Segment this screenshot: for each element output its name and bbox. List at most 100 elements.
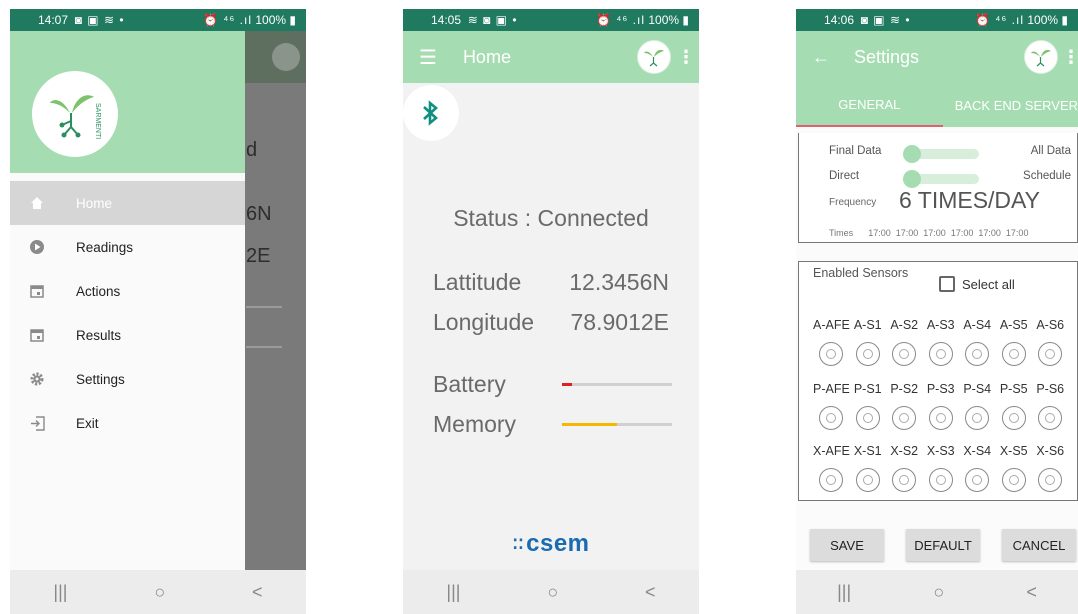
overflow-menu-icon[interactable]: ⋮	[677, 47, 695, 68]
memory-bar	[562, 423, 672, 426]
sensor-radio[interactable]	[855, 468, 880, 492]
sensor-label: X-S4	[963, 444, 992, 458]
play-circle-icon	[28, 238, 46, 256]
sensor-label: P-S5	[999, 382, 1028, 396]
settings-content: Final Data All Data Direct Schedule Freq…	[796, 127, 1078, 570]
default-button[interactable]: DEFAULT	[906, 529, 980, 561]
sensor-radio[interactable]	[1001, 468, 1026, 492]
sensor-radio[interactable]	[819, 342, 844, 366]
time-slot[interactable]: 17:00	[868, 228, 891, 238]
sensor-radio[interactable]	[855, 342, 880, 366]
memory-label: Memory	[433, 411, 517, 437]
times-label: Times	[829, 228, 854, 238]
sensor-radio[interactable]	[1001, 342, 1026, 366]
status-left-icons: ◙ ▣ ≋ •	[74, 13, 125, 27]
battery-icon: ▮	[289, 13, 296, 27]
sensor-label: A-S6	[1036, 318, 1065, 332]
sensor-radio[interactable]	[892, 406, 917, 430]
back-button[interactable]: <	[252, 582, 263, 603]
time-slot[interactable]: 17:00	[978, 228, 1001, 238]
sensor-radio-row-a	[813, 342, 1077, 366]
general-options-panel: Final Data All Data Direct Schedule Freq…	[798, 133, 1078, 243]
home-nav-button[interactable]: ○	[154, 582, 165, 603]
sensor-radio-row-p	[813, 406, 1077, 430]
sensor-radio[interactable]	[1038, 468, 1063, 492]
sensor-radio[interactable]	[928, 468, 953, 492]
phone-drawer-screen: 14:07 ◙ ▣ ≋ • ⏰ ⁴⁶ .ıl 100% ▮ d 6N 2E SA…	[10, 9, 306, 614]
sensor-radio[interactable]	[1038, 406, 1063, 430]
sensor-label: P-S4	[963, 382, 992, 396]
settings-tabs: GENERAL BACK END SERVER	[796, 83, 1078, 127]
sensor-radio[interactable]	[965, 342, 990, 366]
time-slot[interactable]: 17:00	[1006, 228, 1029, 238]
time-slot[interactable]: 17:00	[923, 228, 946, 238]
sensor-radio[interactable]	[855, 406, 880, 430]
bluetooth-button[interactable]	[403, 85, 459, 141]
status-time: 14:06	[824, 13, 855, 27]
sensor-radio[interactable]	[928, 406, 953, 430]
latitude-value: 12.3456N	[569, 269, 669, 295]
hamburger-menu-icon[interactable]: ☰	[419, 45, 437, 70]
sensor-row-x: X-AFE X-S1 X-S2 X-S3 X-S4 X-S5 X-S6	[813, 444, 1077, 458]
menu-item-home[interactable]: Home	[10, 181, 245, 225]
time-slot[interactable]: 17:00	[896, 228, 919, 238]
sensor-radio[interactable]	[965, 406, 990, 430]
sensor-label: X-AFE	[813, 444, 850, 458]
home-content: Status : Connected Lattitude 12.3456N Lo…	[403, 83, 699, 570]
sensor-radio[interactable]	[965, 468, 990, 492]
recents-button[interactable]: |||	[53, 582, 67, 603]
save-button[interactable]: SAVE	[810, 529, 884, 561]
cancel-button[interactable]: CANCEL	[1002, 529, 1076, 561]
tab-back-end-server[interactable]: BACK END SERVER	[943, 83, 1078, 127]
sensor-radio[interactable]	[892, 342, 917, 366]
sensor-radio[interactable]	[819, 468, 844, 492]
sensor-label: P-S1	[853, 382, 882, 396]
frequency-label: Frequency	[829, 197, 877, 208]
sensor-radio-row-x	[813, 468, 1077, 492]
menu-item-results[interactable]: Results	[10, 313, 245, 357]
home-nav-button[interactable]: ○	[547, 582, 558, 603]
back-button[interactable]: <	[645, 582, 656, 603]
recents-button[interactable]: |||	[446, 582, 460, 603]
longitude-label: Longitude	[433, 309, 535, 335]
final-all-data-switch[interactable]	[903, 145, 979, 163]
sensor-radio[interactable]	[928, 342, 953, 366]
sarmenti-logo-icon	[637, 40, 671, 74]
calendar-icon	[28, 326, 46, 344]
settings-actions: SAVE DEFAULT CANCEL	[810, 529, 1078, 561]
dimmed-logo-icon	[272, 43, 300, 71]
select-all-checkbox[interactable]: Select all	[939, 276, 1015, 292]
longitude-value: 78.9012E	[570, 309, 669, 335]
time-slot[interactable]: 17:00	[951, 228, 974, 238]
back-arrow-icon[interactable]: ←	[812, 47, 830, 68]
frequency-value[interactable]: 6 TIMES/DAY	[899, 187, 1040, 214]
system-nav-bar: ||| ○ <	[403, 570, 699, 614]
page-title: Home	[462, 46, 511, 67]
status-bar: 14:07 ◙ ▣ ≋ • ⏰ ⁴⁶ .ıl 100% ▮	[10, 9, 306, 31]
drawer-header: SARMENTI	[10, 31, 245, 173]
menu-item-readings[interactable]: Readings	[10, 225, 245, 269]
menu-item-settings[interactable]: Settings	[10, 357, 245, 401]
sensor-radio[interactable]	[819, 406, 844, 430]
sensor-label: P-AFE	[813, 382, 850, 396]
checkbox-icon	[939, 276, 955, 292]
phone-home-screen: 14:05 ≋ ◙ ▣ • ⏰ ⁴⁶ .ıl 100% ▮ ☰ Home ⋮ S…	[403, 9, 699, 614]
sensor-radio[interactable]	[892, 468, 917, 492]
menu-item-exit[interactable]: Exit	[10, 401, 245, 445]
back-button[interactable]: <	[1026, 582, 1037, 603]
menu-item-actions[interactable]: Actions	[10, 269, 245, 313]
battery-icon: ▮	[682, 13, 689, 27]
home-nav-button[interactable]: ○	[933, 582, 944, 603]
recents-button[interactable]: |||	[837, 582, 851, 603]
status-time: 14:07	[38, 13, 69, 27]
enabled-sensors-label: Enabled Sensors	[813, 266, 909, 280]
dimmed-bar-1	[246, 306, 282, 308]
status-bar: 14:05 ≋ ◙ ▣ • ⏰ ⁴⁶ .ıl 100% ▮	[403, 9, 699, 31]
overflow-menu-icon[interactable]: ⋮	[1062, 47, 1078, 68]
sensor-radio[interactable]	[1038, 342, 1063, 366]
page-title: Settings	[854, 46, 920, 67]
tab-general[interactable]: GENERAL	[796, 83, 943, 127]
sensor-radio[interactable]	[1001, 406, 1026, 430]
system-nav-bar: ||| ○ <	[796, 570, 1078, 614]
direct-schedule-switch[interactable]	[903, 170, 979, 188]
